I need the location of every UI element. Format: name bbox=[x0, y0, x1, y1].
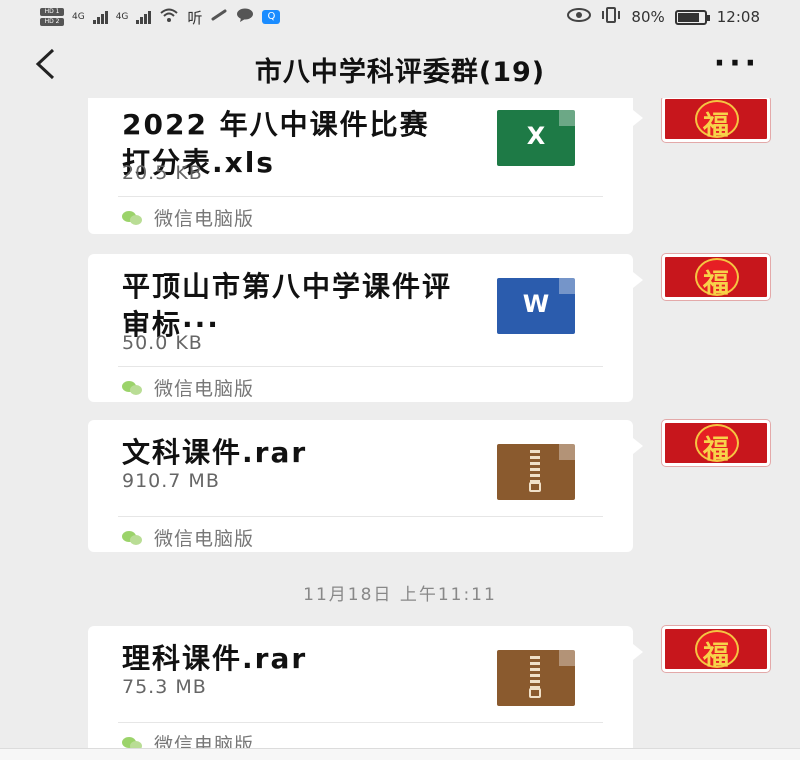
link-icon bbox=[210, 8, 228, 26]
avatar-fu-text: 福 bbox=[702, 111, 729, 141]
sim1-label: HD 1 bbox=[40, 8, 64, 16]
sender-avatar[interactable]: 福 bbox=[662, 420, 770, 466]
input-bar-edge bbox=[0, 748, 800, 760]
file-size: 75.3 MB bbox=[122, 676, 207, 698]
divider bbox=[118, 516, 603, 517]
file-name: 文科课件.rar bbox=[122, 436, 308, 469]
file-name: 理科课件.rar bbox=[122, 642, 308, 675]
file-size: 20.5 KB bbox=[122, 162, 203, 184]
source-label: 微信电脑版 bbox=[154, 378, 255, 400]
sender-avatar[interactable]: 福 bbox=[662, 98, 770, 142]
file-size: 910.7 MB bbox=[122, 470, 220, 492]
word-file-icon: W bbox=[497, 278, 575, 334]
wechat-icon bbox=[122, 736, 144, 748]
avatar-fu-text: 福 bbox=[702, 641, 729, 671]
file-card[interactable]: 平顶山市第八中学课件评审标··· 50.0 KB 微信电脑版 W bbox=[88, 254, 643, 402]
chat-bubble-icon bbox=[236, 8, 254, 26]
signal-strength-icon bbox=[92, 10, 108, 24]
battery-fill bbox=[677, 12, 699, 22]
more-options-button[interactable]: ··· bbox=[714, 46, 760, 81]
chat-message-list[interactable]: 2022 年八中课件比赛打分表.xls 20.5 KB 微信电脑版 X 福 平顶… bbox=[0, 98, 800, 748]
avatar-fu-text: 福 bbox=[702, 269, 729, 299]
file-card[interactable]: 理科课件.rar 75.3 MB 微信电脑版 bbox=[88, 626, 643, 748]
clock: 12:08 bbox=[716, 8, 760, 26]
status-left: HD 1 HD 2 4G 4G 听 Q bbox=[40, 7, 281, 28]
source-label: 微信电脑版 bbox=[154, 734, 255, 748]
wechat-icon bbox=[122, 530, 144, 546]
file-card[interactable]: 2022 年八中课件比赛打分表.xls 20.5 KB 微信电脑版 X bbox=[88, 98, 643, 234]
excel-file-icon: X bbox=[497, 110, 575, 166]
divider bbox=[118, 366, 603, 367]
message-source: 微信电脑版 bbox=[122, 374, 254, 401]
signal1-label: 4G bbox=[72, 12, 85, 22]
sender-avatar[interactable]: 福 bbox=[662, 626, 770, 672]
message-timestamp: 11月18日 上午11:11 bbox=[303, 585, 497, 605]
chat-title: 市八中学科评委群(19) bbox=[254, 57, 546, 88]
status-right: 80% 12:08 bbox=[567, 7, 760, 27]
vibrate-icon bbox=[601, 7, 621, 27]
file-card[interactable]: 文科课件.rar 910.7 MB 微信电脑版 bbox=[88, 420, 643, 552]
chat-header: 市八中学科评委群(19) ··· bbox=[0, 34, 800, 98]
signal2-label: 4G bbox=[115, 12, 129, 22]
avatar-fu-text: 福 bbox=[702, 435, 729, 465]
sim2-label: HD 2 bbox=[40, 18, 64, 26]
battery-icon bbox=[674, 9, 710, 25]
battery-percent: 80% bbox=[631, 8, 665, 26]
wifi-icon bbox=[159, 7, 179, 27]
status-bar: HD 1 HD 2 4G 4G 听 Q 80% 12:08 bbox=[0, 0, 800, 34]
sender-avatar[interactable]: 福 bbox=[662, 254, 770, 300]
wechat-icon bbox=[122, 210, 144, 226]
app-notification-icon: Q bbox=[262, 10, 281, 24]
wechat-icon bbox=[122, 380, 144, 396]
divider bbox=[118, 722, 603, 723]
file-icon-letter: X bbox=[526, 122, 546, 150]
eye-icon bbox=[567, 8, 592, 26]
divider bbox=[118, 196, 603, 197]
source-label: 微信电脑版 bbox=[154, 528, 255, 550]
archive-file-icon bbox=[497, 444, 575, 500]
sim-indicator: HD 1 HD 2 bbox=[40, 8, 64, 26]
file-size: 50.0 KB bbox=[122, 332, 203, 354]
message-source: 微信电脑版 bbox=[122, 730, 254, 748]
hd-audio-icon: 听 bbox=[187, 8, 203, 27]
signal-strength-2-icon bbox=[136, 10, 152, 24]
archive-file-icon bbox=[497, 650, 575, 706]
message-source: 微信电脑版 bbox=[122, 204, 254, 231]
file-icon-letter: W bbox=[522, 290, 550, 318]
message-source: 微信电脑版 bbox=[122, 524, 254, 551]
source-label: 微信电脑版 bbox=[154, 208, 255, 230]
